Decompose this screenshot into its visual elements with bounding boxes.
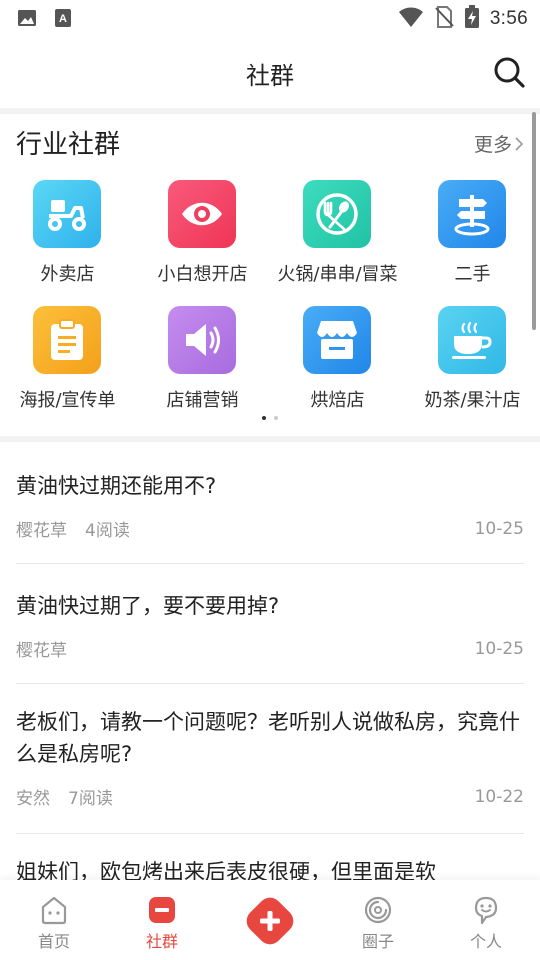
more-label: 更多 xyxy=(473,134,512,156)
post-date: 10-25 xyxy=(474,638,524,659)
category-item-bakery[interactable]: 烘焙店 xyxy=(270,306,405,416)
post-meta: 樱花草 4阅读 10-25 xyxy=(16,516,524,542)
status-bar: A 3:56 xyxy=(0,0,540,36)
post-title: 老板们，请教一个问题呢？老听别人说做私房，究竟什么是私房呢? xyxy=(16,710,520,766)
signpost-icon xyxy=(438,180,506,248)
post-author: 安然 xyxy=(16,789,50,809)
post-reads: 4阅读 xyxy=(85,521,130,541)
category-item-marketing[interactable]: 店铺营销 xyxy=(135,306,270,416)
wifi-icon xyxy=(398,6,424,32)
post-item[interactable]: 老板们，请教一个问题呢？老听别人说做私房，究竟什么是私房呢? 安然 7阅读 10… xyxy=(16,684,524,834)
post-meta: 安然 7阅读 10-22 xyxy=(16,784,524,810)
industry-section: 行业社群 更多 外卖店 小白想开店 火锅/串串/冒菜 二手 海报/宣传单 店铺营… xyxy=(0,114,540,436)
post-date: 10-25 xyxy=(474,518,524,539)
category-item-poster[interactable]: 海报/宣传单 xyxy=(0,306,135,416)
category-item-newbie[interactable]: 小白想开店 xyxy=(135,180,270,290)
page-title: 社群 xyxy=(246,62,294,90)
profile-icon xyxy=(474,896,498,925)
a-icon: A xyxy=(52,7,74,29)
dining-plate-icon xyxy=(303,180,371,248)
tab-community[interactable]: 社群 xyxy=(108,880,216,960)
post-author: 樱花草 xyxy=(16,641,67,661)
clipboard-icon xyxy=(33,306,101,374)
tab-label: 首页 xyxy=(37,932,70,951)
section-title: 行业社群 xyxy=(16,130,121,160)
bottom-tab-bar: 首页 社群 圈子 个人 xyxy=(0,880,540,960)
post-meta: 樱花草 10-25 xyxy=(16,636,524,662)
category-item-waimai[interactable]: 外卖店 xyxy=(0,180,135,290)
eye-icon xyxy=(168,180,236,248)
search-icon xyxy=(494,57,525,88)
category-item-hotpot[interactable]: 火锅/串串/冒菜 xyxy=(270,180,405,290)
battery-charging-icon xyxy=(464,5,480,33)
speaker-icon xyxy=(168,306,236,374)
category-label: 奶茶/果汁店 xyxy=(424,390,521,411)
page-dot xyxy=(274,416,278,420)
app-header: 社群 xyxy=(0,36,540,108)
status-time: 3:56 xyxy=(489,8,528,29)
category-label: 海报/宣传单 xyxy=(19,390,116,411)
more-link[interactable]: 更多 xyxy=(474,130,524,157)
post-date: 10-22 xyxy=(474,786,524,807)
tab-circle[interactable]: 圈子 xyxy=(324,880,432,960)
divider xyxy=(0,436,540,442)
category-label: 外卖店 xyxy=(40,264,95,285)
no-sim-icon xyxy=(434,6,454,32)
delivery-scooter-icon xyxy=(33,180,101,248)
community-icon xyxy=(149,897,175,923)
tab-label: 社群 xyxy=(145,932,178,951)
create-post-button[interactable] xyxy=(241,892,299,950)
teacup-icon xyxy=(438,306,506,374)
category-item-secondhand[interactable]: 二手 xyxy=(405,180,540,290)
category-label: 烘焙店 xyxy=(310,390,365,411)
category-item-milktea[interactable]: 奶茶/果汁店 xyxy=(405,306,540,416)
circle-icon xyxy=(364,896,392,924)
post-reads: 7阅读 xyxy=(68,789,113,809)
chevron-right-icon xyxy=(515,136,524,151)
page-dot-active xyxy=(262,416,266,420)
category-label: 火锅/串串/冒菜 xyxy=(277,264,398,285)
home-icon xyxy=(41,896,67,925)
post-title: 黄油快过期还能用不? xyxy=(16,474,217,498)
tab-label: 圈子 xyxy=(361,932,394,951)
post-item[interactable]: 黄油快过期了，要不要用掉? 樱花草 10-25 xyxy=(16,564,524,684)
storefront-icon xyxy=(303,306,371,374)
category-label: 店铺营销 xyxy=(166,390,239,411)
tab-home[interactable]: 首页 xyxy=(0,880,108,960)
svg-text:A: A xyxy=(59,13,67,25)
page-indicator xyxy=(0,416,540,420)
post-author: 樱花草 xyxy=(16,521,67,541)
post-list: 黄油快过期还能用不? 樱花草 4阅读 10-25 黄油快过期了，要不要用掉? 樱… xyxy=(16,444,524,894)
plus-icon xyxy=(246,897,294,945)
post-title: 黄油快过期了，要不要用掉? xyxy=(16,594,280,618)
post-item[interactable]: 黄油快过期还能用不? 樱花草 4阅读 10-25 xyxy=(16,444,524,564)
scrollbar[interactable] xyxy=(532,112,536,330)
tab-label: 个人 xyxy=(469,932,502,951)
image-icon xyxy=(16,7,38,29)
category-label: 小白想开店 xyxy=(157,264,248,285)
tab-profile[interactable]: 个人 xyxy=(432,880,540,960)
category-label: 二手 xyxy=(454,264,491,285)
search-button[interactable] xyxy=(492,55,526,89)
